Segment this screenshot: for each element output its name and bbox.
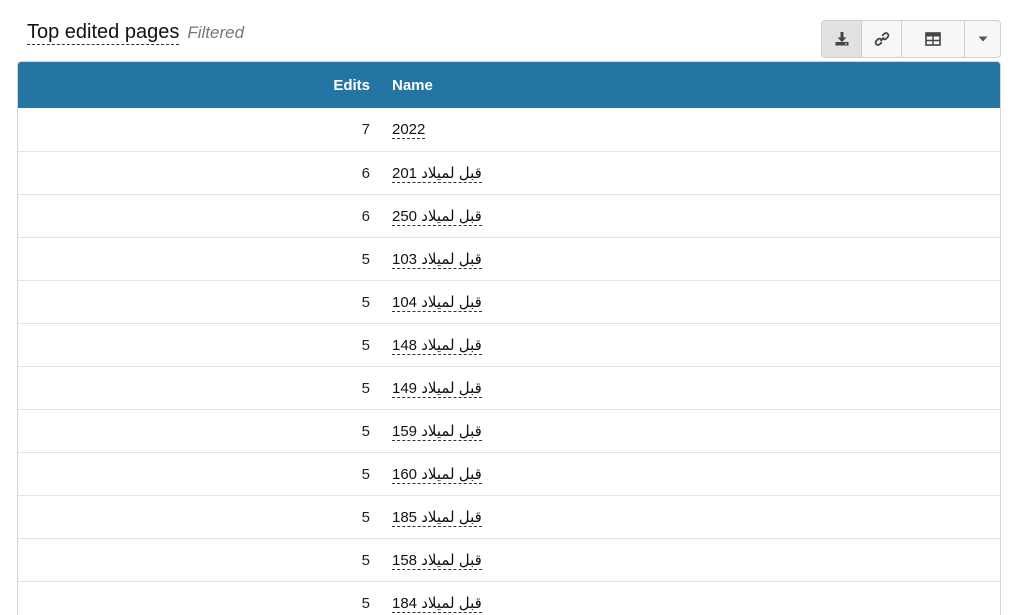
table-row: 5 184 قبل لميلاد (18, 581, 1000, 615)
page-name-cell: 103 قبل لميلاد (370, 250, 1000, 269)
page-name-cell: 148 قبل لميلاد (370, 336, 1000, 355)
table-row: 6 250 قبل لميلاد (18, 194, 1000, 237)
page-link[interactable]: 149 قبل لميلاد (392, 379, 482, 398)
page-name-cell: 184 قبل لميلاد (370, 594, 1000, 613)
table-header-row: Edits Name (18, 62, 1000, 108)
edits-count: 5 (361, 250, 370, 268)
page-name-cell: 250 قبل لميلاد (370, 207, 1000, 226)
edits-count: 5 (361, 465, 370, 483)
panel-header: Top edited pages Filtered (27, 20, 244, 48)
table-toolbar (821, 20, 1001, 58)
page-name-cell: 2022 (370, 121, 1000, 139)
edits-count: 5 (361, 336, 370, 354)
page-link[interactable]: 201 قبل لميلاد (392, 164, 482, 183)
page-link[interactable]: 104 قبل لميلاد (392, 293, 482, 312)
page-name-cell: 159 قبل لميلاد (370, 422, 1000, 441)
edits-count: 5 (361, 379, 370, 397)
column-header-name[interactable]: Name (370, 77, 1000, 94)
top-edited-pages-table: Edits Name 7 2022 6 201 قبل لميلاد 6 250 قبل … (17, 61, 1001, 615)
table-row: 5 159 قبل لميلاد (18, 409, 1000, 452)
table-row: 5 103 قبل لميلاد (18, 237, 1000, 280)
page-link[interactable]: 159 قبل لميلاد (392, 422, 482, 441)
permalink-button[interactable] (862, 21, 902, 57)
page-name-cell: 149 قبل لميلاد (370, 379, 1000, 398)
link-icon (874, 32, 889, 46)
top-edited-pages-panel: Top edited pages Filtered Edits Name 7 2… (0, 0, 1023, 615)
table-row: 7 2022 (18, 108, 1000, 151)
edits-count: 5 (361, 551, 370, 569)
page-name-cell: 201 قبل لميلاد (370, 164, 1000, 183)
table-row: 5 160 قبل لميلاد (18, 452, 1000, 495)
edits-count: 7 (361, 121, 370, 138)
page-name-cell: 158 قبل لميلاد (370, 551, 1000, 570)
view-options-dropdown[interactable] (965, 21, 1000, 57)
table-row: 5 149 قبل لميلاد (18, 366, 1000, 409)
page-link[interactable]: 185 قبل لميلاد (392, 508, 482, 527)
edits-count: 5 (361, 422, 370, 440)
page-name-cell: 104 قبل لميلاد (370, 293, 1000, 312)
table-row: 5 148 قبل لميلاد (18, 323, 1000, 366)
page-link[interactable]: 160 قبل لميلاد (392, 465, 482, 484)
page-name-cell: 160 قبل لميلاد (370, 465, 1000, 484)
filtered-indicator: Filtered (187, 23, 245, 42)
panel-title[interactable]: Top edited pages (27, 20, 180, 45)
table-row: 5 104 قبل لميلاد (18, 280, 1000, 323)
page-link[interactable]: 158 قبل لميلاد (392, 551, 482, 570)
column-header-edits[interactable]: Edits (18, 77, 370, 94)
page-link[interactable]: 184 قبل لميلاد (392, 594, 482, 613)
table-body: 7 2022 6 201 قبل لميلاد 6 250 قبل لميلاد 5 103 … (18, 108, 1000, 615)
edits-count: 5 (361, 293, 370, 311)
page-link[interactable]: 103 قبل لميلاد (392, 250, 482, 269)
table-view-button[interactable] (902, 21, 965, 57)
page-link[interactable]: 148 قبل لميلاد (392, 336, 482, 355)
table-row: 6 201 قبل لميلاد (18, 151, 1000, 194)
page-link[interactable]: 250 قبل لميلاد (392, 207, 482, 226)
edits-count: 6 (361, 207, 370, 225)
caret-down-icon (978, 36, 987, 42)
edits-count: 5 (361, 508, 370, 526)
table-row: 5 185 قبل لميلاد (18, 495, 1000, 538)
download-button[interactable] (822, 21, 862, 57)
page-name-cell: 185 قبل لميلاد (370, 508, 1000, 527)
download-icon (835, 32, 848, 46)
table-icon (925, 32, 941, 46)
table-row: 5 158 قبل لميلاد (18, 538, 1000, 581)
edits-count: 5 (361, 594, 370, 612)
edits-count: 6 (361, 164, 370, 182)
page-link[interactable]: 2022 (392, 121, 426, 139)
